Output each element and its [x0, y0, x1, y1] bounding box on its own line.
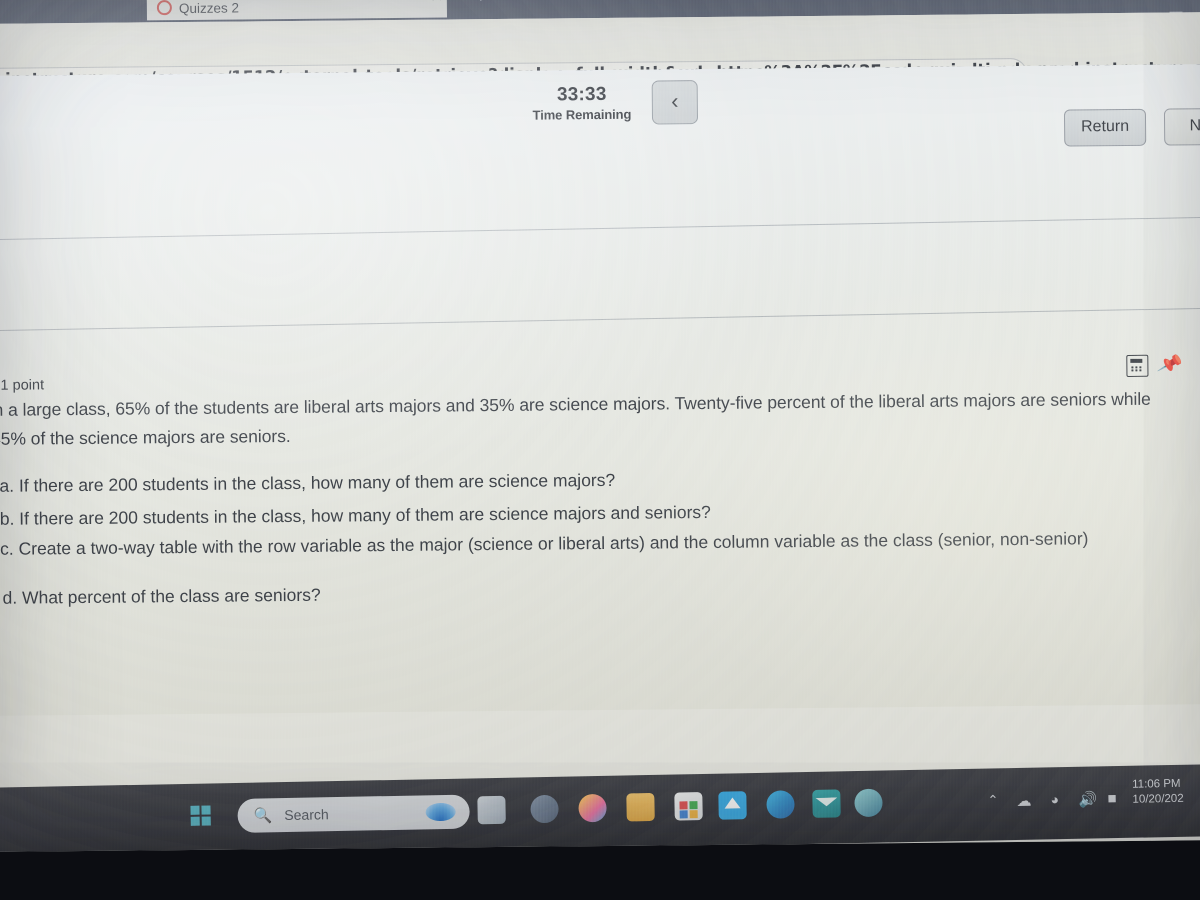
tray-overflow-icon[interactable]: ⌃ — [987, 792, 998, 808]
return-button[interactable]: Return — [1063, 108, 1147, 147]
question-text-line-2: 45% of the science majors are seniors. — [0, 425, 291, 449]
collapse-timer-button[interactable]: ‹ — [651, 80, 699, 125]
calculator-icon[interactable] — [1126, 354, 1149, 377]
tray-volume-icon[interactable]: 🔊 — [1078, 790, 1097, 808]
question-part-a: a. If there are 200 students in the clas… — [0, 469, 616, 496]
next-button[interactable]: Next — [1163, 107, 1200, 146]
tray-cloud-icon[interactable]: ☁ — [1016, 792, 1031, 810]
taskbar-app-teams[interactable] — [530, 794, 559, 824]
taskbar-app-edge[interactable] — [578, 793, 607, 823]
taskbar-app-browser[interactable] — [766, 790, 795, 819]
taskbar-app-file-explorer[interactable] — [626, 792, 655, 822]
tray-wifi-icon[interactable]: ◕ — [1050, 791, 1059, 807]
windows-start-icon[interactable] — [190, 805, 212, 827]
search-placeholder: Search — [284, 806, 329, 824]
browser-tab-label: Quizzes 2 — [178, 0, 240, 17]
search-highlight-image — [425, 802, 456, 822]
clock-time: 11:06 PM — [1132, 777, 1181, 791]
taskbar-search-box[interactable]: 🔍 Search — [237, 794, 470, 833]
taskbar-app-store[interactable] — [674, 792, 703, 821]
clock-date: 10/20/202 — [1132, 792, 1184, 806]
tray-battery-icon[interactable]: ■ — [1107, 790, 1116, 807]
question-part-c: c. Create a two-way table with the row v… — [0, 528, 1089, 559]
question-text-line-1: In a large class, 65% of the students ar… — [0, 388, 1151, 420]
browser-tab-quizzes[interactable]: Quizzes 2 — [146, 0, 448, 21]
question-part-d: d. What percent of the class are seniors… — [2, 584, 321, 608]
search-icon: 🔍 — [253, 807, 273, 825]
header-divider — [0, 216, 1200, 241]
canvas-favicon — [156, 0, 172, 16]
taskbar-app-dropbox[interactable] — [718, 791, 747, 820]
screen-photo: ✕ Quizzes 2 ✕ + — c.instructure.com/cour… — [0, 0, 1200, 900]
taskbar-clock[interactable]: 11:06 PM 10/20/202 — [1132, 777, 1184, 808]
monitor-screen: ✕ Quizzes 2 ✕ + — c.instructure.com/cour… — [0, 0, 1200, 852]
taskbar-app-widgets[interactable] — [477, 795, 506, 825]
timer-value: 33:33 — [556, 83, 607, 106]
points-label: 1 point — [0, 377, 45, 394]
question-divider — [0, 307, 1200, 332]
timer-label: Time Remaining — [532, 106, 632, 123]
question-part-b: b. If there are 200 students in the clas… — [0, 501, 711, 529]
quiz-page: 33:33 Time Remaining ‹ Return Next 1 poi… — [0, 64, 1200, 716]
taskbar-app-other[interactable] — [854, 788, 883, 818]
new-tab-button[interactable]: + — [468, 0, 494, 8]
close-icon[interactable]: ✕ — [426, 0, 448, 8]
taskbar-app-mail[interactable] — [812, 789, 841, 818]
quiz-timer: 33:33 Time Remaining — [522, 84, 642, 123]
pin-icon[interactable]: 📌 — [1156, 350, 1185, 379]
